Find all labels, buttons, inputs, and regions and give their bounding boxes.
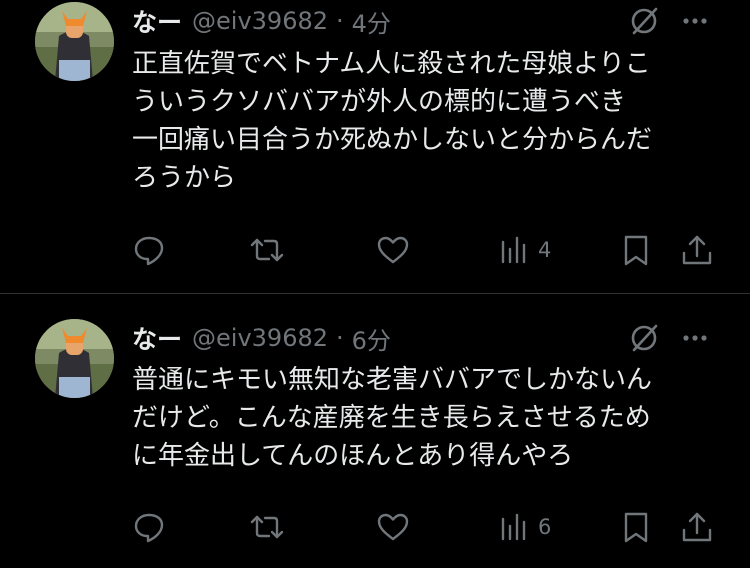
- retweet-icon: [250, 515, 284, 539]
- reply-button[interactable]: [131, 507, 167, 547]
- bookmark-icon: [624, 512, 648, 543]
- tweet-actions: 6: [0, 507, 750, 547]
- views-button[interactable]: 6: [498, 507, 551, 547]
- separator-dot: ·: [336, 7, 344, 35]
- tweet-text-line: 普通にキモい無知な老害ババアでしかないん: [132, 365, 653, 395]
- tweet[interactable]: なー @eiv39682 · 6分 普通にキモい無知な老害ババアでしかないん だ…: [0, 295, 750, 568]
- display-name[interactable]: なー: [132, 3, 182, 39]
- more-icon[interactable]: [678, 4, 712, 38]
- view-count: 6: [538, 515, 552, 539]
- timestamp[interactable]: 6分: [352, 321, 391, 356]
- retweet-button[interactable]: [248, 230, 286, 270]
- share-button[interactable]: [679, 230, 715, 270]
- share-button[interactable]: [679, 507, 715, 547]
- tweet-divider: [0, 293, 750, 294]
- tweet-header: なー @eiv39682 · 6分: [132, 318, 391, 358]
- tweet[interactable]: なー @eiv39682 · 4分 正直佐賀でベトナム人に殺された母娘よりこ う…: [0, 0, 750, 294]
- reply-icon: [134, 236, 164, 266]
- timestamp[interactable]: 4分: [352, 4, 391, 39]
- like-button[interactable]: [375, 230, 411, 270]
- tweet-text-line: ろうから: [132, 163, 237, 193]
- tweet-header: なー @eiv39682 · 4分: [132, 1, 391, 41]
- user-handle[interactable]: @eiv39682: [192, 7, 328, 35]
- views-button[interactable]: 4: [498, 230, 551, 270]
- avatar[interactable]: [35, 319, 114, 398]
- grok-icon[interactable]: [627, 4, 661, 38]
- separator-dot: ·: [336, 324, 344, 352]
- like-button[interactable]: [375, 507, 411, 547]
- reply-button[interactable]: [131, 230, 167, 270]
- user-handle[interactable]: @eiv39682: [192, 324, 328, 352]
- views-icon: [501, 236, 526, 264]
- grok-icon[interactable]: [627, 321, 661, 355]
- bookmark-button[interactable]: [619, 507, 653, 547]
- tweet-text-line: 一回痛い目合うか死ぬかしないと分からんだ: [132, 125, 653, 155]
- bookmark-button[interactable]: [619, 230, 653, 270]
- like-icon: [377, 236, 409, 264]
- reply-icon: [134, 513, 164, 543]
- avatar[interactable]: [35, 2, 114, 81]
- share-icon: [682, 512, 712, 542]
- tweet-text: 正直佐賀でベトナム人に殺された母娘よりこ ういうクソババアが外人の標的に遭うべき…: [132, 45, 732, 197]
- like-icon: [377, 513, 409, 541]
- tweet-text-line: だけど。こんな産廃を生き長らえさせるため: [132, 403, 651, 433]
- view-count: 4: [538, 238, 552, 262]
- retweet-icon: [250, 238, 284, 262]
- display-name[interactable]: なー: [132, 320, 182, 356]
- views-icon: [501, 513, 526, 541]
- retweet-button[interactable]: [248, 507, 286, 547]
- more-icon[interactable]: [678, 321, 712, 355]
- tweet-text: 普通にキモい無知な老害ババアでしかないん だけど。こんな産廃を生き長らえさせるた…: [132, 361, 732, 475]
- bookmark-icon: [624, 235, 648, 266]
- tweet-actions: 4: [0, 230, 750, 270]
- tweet-text-line: ういうクソババアが外人の標的に遭うべき: [132, 87, 627, 117]
- tweet-text-line: 正直佐賀でベトナム人に殺された母娘よりこ: [132, 49, 651, 79]
- share-icon: [682, 235, 712, 265]
- tweet-text-line: に年金出してんのほんとあり得んやろ: [132, 441, 574, 471]
